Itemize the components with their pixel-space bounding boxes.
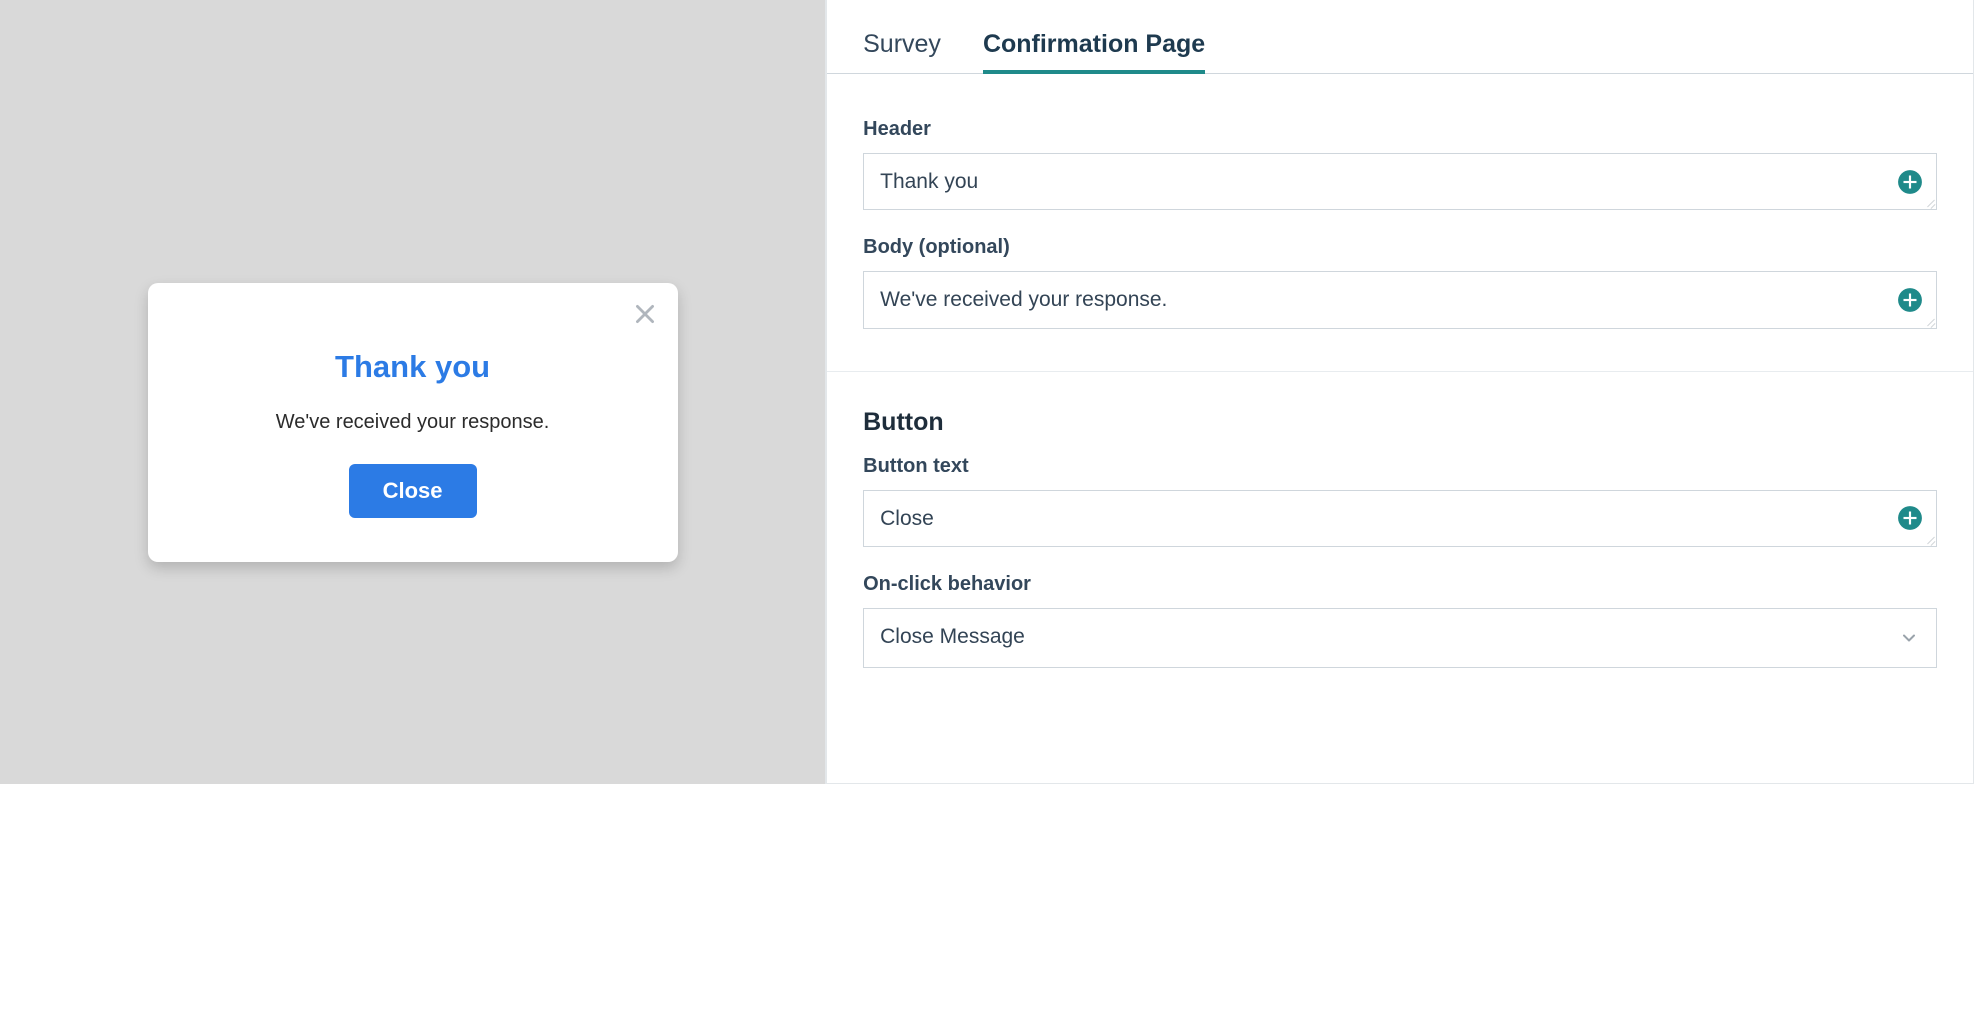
tab-survey[interactable]: Survey [863, 30, 941, 73]
section-title-button: Button [863, 408, 1937, 437]
section-content: Header Thank you Body (optional) We've r… [827, 74, 1973, 365]
body-input[interactable]: We've received your response. [863, 271, 1937, 328]
onclick-behavior-select[interactable]: Close Message [863, 608, 1937, 668]
plus-circle-icon[interactable] [1897, 169, 1923, 195]
close-icon[interactable] [632, 301, 658, 327]
label-onclick-behavior: On-click behavior [863, 573, 1937, 596]
preview-dialog: Thank you We've received your response. … [148, 283, 678, 562]
header-input[interactable]: Thank you [863, 153, 1937, 210]
preview-pane: Thank you We've received your response. … [0, 0, 825, 784]
section-button: Button Button text Close On-click behavi… [827, 371, 1973, 704]
tab-confirmation-page[interactable]: Confirmation Page [983, 30, 1205, 73]
button-text-input[interactable]: Close [863, 490, 1937, 547]
preview-title: Thank you [178, 349, 648, 385]
plus-circle-icon[interactable] [1897, 505, 1923, 531]
app-root: Thank you We've received your response. … [0, 0, 1974, 784]
label-button-text: Button text [863, 455, 1937, 478]
preview-body: We've received your response. [178, 411, 648, 434]
plus-circle-icon[interactable] [1897, 287, 1923, 313]
label-header: Header [863, 118, 1937, 141]
tabs: Survey Confirmation Page [827, 0, 1973, 74]
preview-close-button[interactable]: Close [349, 464, 477, 518]
label-body: Body (optional) [863, 236, 1937, 259]
settings-pane: Survey Confirmation Page Header Thank yo… [825, 0, 1974, 784]
